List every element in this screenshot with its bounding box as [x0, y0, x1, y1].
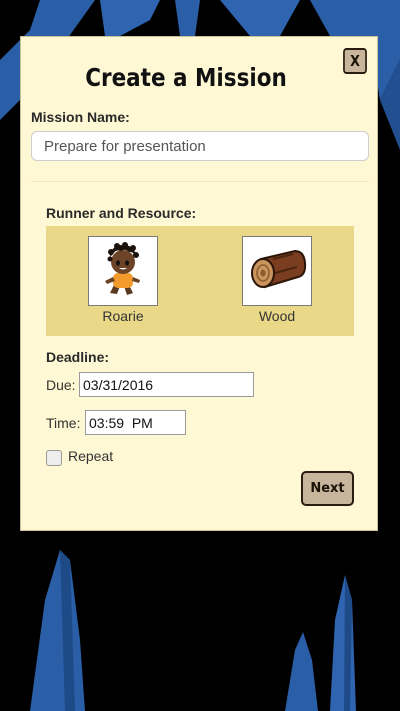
next-button[interactable]: Next	[301, 471, 354, 506]
divider	[31, 181, 369, 182]
create-mission-dialog: X Create a Mission Mission Name: Runner …	[20, 36, 378, 531]
time-label: Time:	[46, 415, 81, 431]
resource-card[interactable]	[242, 236, 312, 306]
runner-avatar-icon	[105, 242, 140, 295]
wood-log-icon	[251, 249, 307, 289]
mission-name-input[interactable]	[31, 131, 369, 161]
runner-card[interactable]	[88, 236, 158, 306]
repeat-label: Repeat	[68, 448, 114, 464]
dialog-title: Create a Mission	[85, 63, 287, 92]
time-input[interactable]	[85, 410, 186, 435]
repeat-checkbox[interactable]	[46, 450, 62, 466]
runner-resource-label: Runner and Resource:	[46, 205, 197, 221]
mission-name-label: Mission Name:	[31, 109, 130, 125]
runner-resource-panel: Roarie Wood	[46, 226, 354, 336]
close-button[interactable]: X	[343, 48, 367, 74]
resource-name: Wood	[258, 308, 296, 324]
deadline-label: Deadline:	[46, 349, 110, 365]
due-label: Due:	[46, 377, 76, 393]
runner-name: Roarie	[102, 308, 144, 324]
due-date-input[interactable]	[79, 372, 254, 397]
